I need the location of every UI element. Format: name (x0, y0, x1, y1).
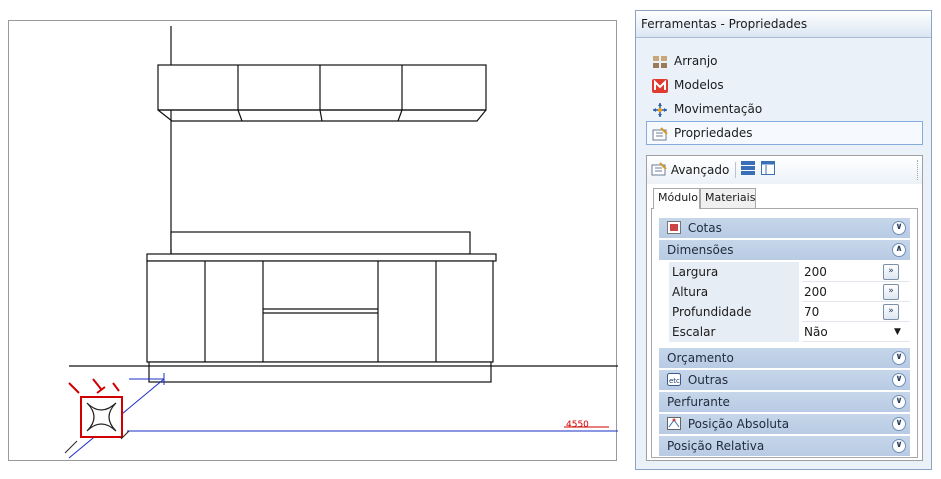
nav-label: Arranjo (674, 54, 718, 68)
group-orcamento[interactable]: Orçamento ∨ (659, 348, 910, 368)
property-row-largura: Largura 200 » (667, 262, 910, 282)
properties-toolbar: Avançado (647, 156, 922, 184)
properties-icon (651, 162, 667, 176)
group-posicao-relativa[interactable]: Posição Relativa ∨ (659, 436, 910, 456)
property-row-altura: Altura 200 » (667, 282, 910, 302)
etc-icon: etc (667, 372, 681, 386)
group-label: Perfurante (667, 395, 730, 409)
axis-gizmo[interactable] (64, 378, 130, 454)
edit-button[interactable]: » (883, 304, 899, 320)
group-label: Cotas (687, 221, 722, 235)
group-label: Dimensões (667, 243, 734, 257)
edit-button[interactable]: » (883, 264, 899, 280)
property-pages-button[interactable] (761, 161, 775, 179)
chevron-down-icon[interactable]: ∨ (892, 417, 906, 431)
models-icon (652, 78, 668, 93)
advanced-button[interactable]: Avançado (651, 161, 729, 179)
nav-label: Movimentação (674, 102, 763, 116)
group-dimensoes[interactable]: Dimensões ∧ (659, 240, 910, 260)
nav-item-arranjo[interactable]: Arranjo (646, 49, 923, 73)
dropdown-arrow-icon[interactable]: ▼ (894, 322, 901, 342)
properties-panel: Ferramentas - Propriedades Arranjo Model… (635, 10, 932, 470)
tab-modulo[interactable]: Módulo (653, 188, 700, 209)
group-cotas[interactable]: Cotas ∨ (659, 218, 910, 238)
group-label: Posição Relativa (667, 439, 765, 453)
nav-item-movimentacao[interactable]: Movimentação (646, 97, 923, 121)
drawing-viewport[interactable]: 4550 (8, 20, 618, 461)
chevron-down-icon[interactable]: ∨ (892, 439, 906, 453)
group-label: Orçamento (667, 351, 734, 365)
categorized-view-button[interactable] (741, 161, 755, 179)
nav-label: Modelos (674, 78, 724, 92)
tab-materiais[interactable]: Materiais (700, 188, 756, 208)
tab-body: Cotas ∨ Dimensões ∧ Largura 200 » Altura… (651, 208, 918, 458)
list-grid-icon (741, 161, 755, 175)
nav-item-propriedades[interactable]: Propriedades (646, 121, 923, 145)
move-icon (652, 102, 668, 117)
properties-subpanel: Avançado Módulo Materiais Cotas ∨ Dimens… (646, 155, 923, 461)
toolbar-grip[interactable] (917, 160, 919, 180)
nav-item-modelos[interactable]: Modelos (646, 73, 923, 97)
property-row-escalar: Escalar Não ▼ (667, 322, 910, 342)
panel-title: Ferramentas - Propriedades (636, 11, 931, 38)
panel-nav: Arranjo Modelos Movimentação Propriedade… (646, 49, 923, 145)
window-icon (761, 161, 775, 175)
arrangement-icon (652, 54, 668, 68)
group-label: Posição Absoluta (687, 417, 790, 431)
property-label: Profundidade (669, 302, 799, 322)
chevron-down-icon[interactable]: ∨ (892, 221, 906, 235)
properties-icon (652, 126, 668, 141)
group-outras[interactable]: etc Outras ∨ (659, 370, 910, 390)
chevron-down-icon[interactable]: ∨ (892, 351, 906, 365)
position-icon (667, 416, 681, 430)
nav-label: Propriedades (674, 126, 753, 140)
property-label: Escalar (669, 322, 799, 342)
toolbar-separator (735, 162, 736, 178)
group-posicao-absoluta[interactable]: Posição Absoluta ∨ (659, 414, 910, 434)
group-perfurante[interactable]: Perfurante ∨ (659, 392, 910, 412)
cabinet-drawing: 4550 (64, 26, 618, 459)
property-row-profundidade: Profundidade 70 » (667, 302, 910, 322)
group-label: Outras (687, 373, 729, 387)
dimension-label: 4550 (566, 420, 589, 430)
chevron-up-icon[interactable]: ∧ (892, 243, 906, 257)
property-label: Largura (669, 262, 799, 282)
chevron-down-icon[interactable]: ∨ (892, 395, 906, 409)
chevron-down-icon[interactable]: ∨ (892, 373, 906, 387)
property-label: Altura (669, 282, 799, 302)
edit-button[interactable]: » (883, 284, 899, 300)
advanced-label: Avançado (670, 163, 730, 177)
ruler-icon (667, 220, 681, 234)
svg-text:etc: etc (669, 377, 680, 385)
